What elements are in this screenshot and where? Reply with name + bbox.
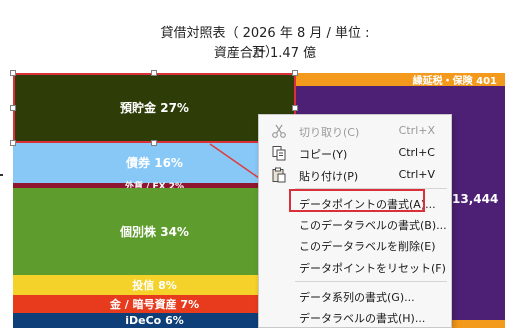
menu-item-cut[interactable]: 切り取り(C) Ctrl+X <box>259 120 451 141</box>
scissors-icon <box>272 124 286 138</box>
paste-icon <box>272 167 286 183</box>
menu-item-copy[interactable]: コピー(Y) Ctrl+C <box>259 142 451 163</box>
menu-item-reset-point[interactable]: データポイントをリセット(F) <box>259 256 451 277</box>
menu-item-delete-label[interactable]: このデータラベルを削除(E) <box>259 234 451 255</box>
menu-item-format-this-label[interactable]: このデータラベルの書式(B)... <box>259 213 451 234</box>
highlight-box <box>289 189 425 212</box>
menu-separator <box>295 281 447 282</box>
menu-item-format-series[interactable]: データ系列の書式(G)... <box>259 285 451 306</box>
menu-item-reset-point-label: データポイントをリセット(F) <box>299 262 446 275</box>
menu-item-paste[interactable]: 貼り付け(P) Ctrl+V <box>259 164 451 185</box>
copy-icon <box>272 146 286 161</box>
menu-item-copy-shortcut: Ctrl+C <box>398 146 435 159</box>
context-menu: 切り取り(C) Ctrl+X コピー(Y) Ctrl+C 貼り付け(P) Ctr… <box>258 114 452 328</box>
menu-item-format-labels-label: データラベルの書式(H)... <box>299 312 426 325</box>
menu-item-paste-shortcut: Ctrl+V <box>398 168 435 181</box>
menu-item-paste-label: 貼り付け(P) <box>299 170 359 183</box>
menu-item-copy-label: コピー(Y) <box>299 148 348 161</box>
menu-item-delete-label-label: このデータラベルを削除(E) <box>299 240 436 253</box>
menu-item-format-this-label-label: このデータラベルの書式(B)... <box>299 219 447 232</box>
menu-item-format-labels[interactable]: データラベルの書式(H)... <box>259 306 451 327</box>
menu-item-cut-shortcut: Ctrl+X <box>398 124 435 137</box>
menu-item-cut-label: 切り取り(C) <box>299 126 360 139</box>
menu-item-format-series-label: データ系列の書式(G)... <box>299 291 415 304</box>
